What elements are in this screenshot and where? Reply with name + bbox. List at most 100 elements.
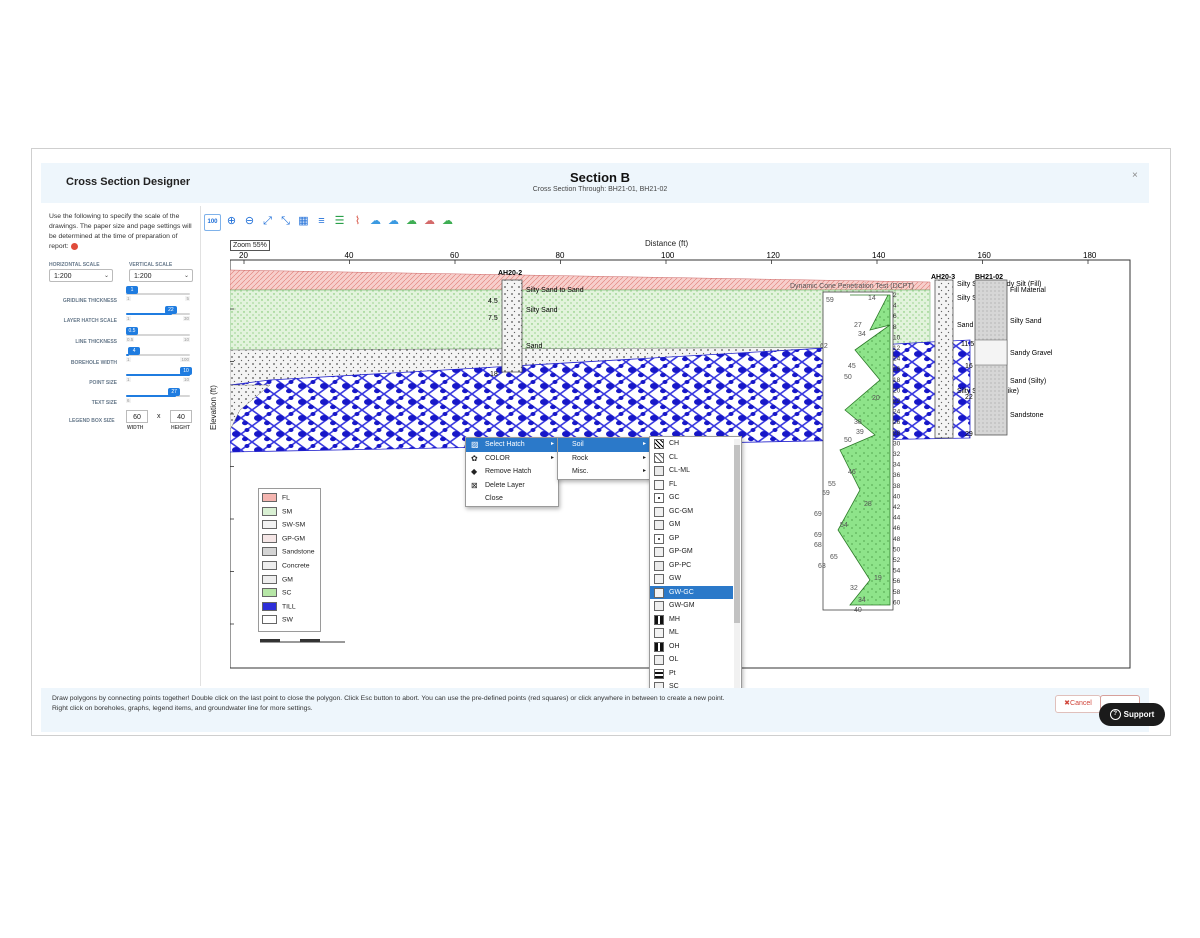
times-separator: x bbox=[157, 413, 161, 420]
hatch-option-gc[interactable]: GC bbox=[650, 491, 733, 505]
zoom-100-icon[interactable]: 100 bbox=[204, 214, 221, 231]
hatch-option-ch[interactable]: CH bbox=[650, 437, 733, 451]
zoom-in-icon[interactable]: ⊕ bbox=[224, 214, 239, 229]
hatch-option-gp[interactable]: GP bbox=[650, 532, 733, 546]
hatch-option-pt[interactable]: Pt bbox=[650, 667, 733, 681]
legend-item[interactable]: SW bbox=[262, 615, 293, 625]
hatch-option-ml[interactable]: ML bbox=[650, 626, 733, 640]
hatch-list-menu: CH CL CL-ML FL GC GC-GM GM GP GP-GM GP-PC GW GW-GC G… bbox=[649, 436, 742, 716]
legend-item[interactable]: SM bbox=[262, 506, 292, 517]
hatch-list-scrollbar[interactable] bbox=[734, 439, 740, 713]
slider-value[interactable]: 10 bbox=[180, 367, 192, 375]
legend-item[interactable]: TILL bbox=[262, 601, 296, 612]
legend[interactable]: FL SM SW-SM GP-GM Sandstone Concrete GM SC TILL S… bbox=[258, 488, 321, 632]
expand-icon[interactable]: ⤡ bbox=[278, 214, 293, 229]
close-icon[interactable]: × bbox=[1132, 170, 1138, 181]
support-button[interactable]: ? Support bbox=[1099, 703, 1165, 726]
borehole-ah20-2[interactable] bbox=[501, 279, 523, 373]
hatch-swatch bbox=[654, 655, 664, 665]
menu-item-close[interactable]: Close bbox=[466, 492, 558, 506]
legend-height-input[interactable]: 40 bbox=[170, 410, 192, 423]
help-line-2: Right click on boreholes, graphs, legend… bbox=[52, 705, 313, 712]
hatch-category-misc[interactable]: Misc. ▸ bbox=[558, 465, 650, 479]
menu-item-select-hatch[interactable]: ▨ Select Hatch ▸ bbox=[466, 438, 558, 452]
y-axis-title: Elevation (ft) bbox=[209, 385, 218, 430]
hatch-option-cl-ml[interactable]: CL-ML bbox=[650, 464, 733, 478]
legend-item[interactable]: FL bbox=[262, 493, 290, 503]
vertical-scale-select[interactable]: 1:200 ⌄ bbox=[129, 269, 193, 282]
cloud-green2-icon[interactable]: ☁ bbox=[440, 214, 455, 229]
hatch-category-soil[interactable]: Soil ▸ bbox=[558, 438, 650, 452]
hatch-option-gw[interactable]: GW bbox=[650, 572, 733, 586]
hatch-option-gw-gm[interactable]: GW-GM bbox=[650, 599, 733, 613]
section-subtitle: Cross Section Through: BH21-01, BH21-02 bbox=[532, 186, 668, 193]
slider[interactable]: 22 1 30 bbox=[126, 306, 190, 321]
hatch-option-fl[interactable]: FL bbox=[650, 478, 733, 492]
dcpt-depth: 26 bbox=[893, 419, 901, 426]
slider[interactable]: 4 1 100 bbox=[126, 347, 190, 362]
legend-item[interactable]: GM bbox=[262, 574, 293, 585]
hatch-option-gm[interactable]: GM bbox=[650, 518, 733, 532]
slider-value[interactable]: 1 bbox=[126, 286, 138, 294]
legend-item[interactable]: GP-GM bbox=[262, 533, 305, 544]
dcpt-depth: 34 bbox=[893, 462, 901, 469]
bh-depth: 22 bbox=[965, 394, 973, 401]
hatch-swatch bbox=[654, 641, 664, 652]
menu-item-remove-hatch[interactable]: ◆ Remove Hatch bbox=[466, 465, 558, 479]
menu-item-delete-layer[interactable]: ⊠ Delete Layer bbox=[466, 479, 558, 493]
hatch-option-oh[interactable]: OH bbox=[650, 640, 733, 654]
layers-icon[interactable]: ☰ bbox=[332, 214, 347, 229]
borehole-ah20-3[interactable] bbox=[934, 279, 954, 439]
draw-line-icon[interactable]: ⌇ bbox=[350, 214, 365, 229]
groundwater-icon[interactable]: ≡ bbox=[314, 214, 329, 229]
legend-item[interactable]: Sandstone bbox=[262, 547, 315, 557]
legend-label: FL bbox=[282, 494, 290, 502]
hatch-option-gc-gm[interactable]: GC-GM bbox=[650, 505, 733, 519]
slider[interactable]: 1 1 5 bbox=[126, 286, 190, 301]
legend-width-input[interactable]: 60 bbox=[126, 410, 148, 423]
cloud-upload-icon[interactable]: ☁ bbox=[386, 214, 401, 229]
slider-value[interactable]: 0.5 bbox=[126, 327, 138, 335]
x-axis-label: Distance (ft) bbox=[645, 239, 689, 248]
dcpt-value: 40 bbox=[854, 607, 862, 614]
hatch-option-gw-gc[interactable]: GW-GC bbox=[650, 585, 733, 599]
hatch-option-gp-gm[interactable]: GP-GM bbox=[650, 545, 733, 559]
menu-item-label: GP-GM bbox=[669, 548, 693, 555]
menu-item-color[interactable]: ✿ COLOR ▸ bbox=[466, 452, 558, 466]
bh-label: Sand (Silty) bbox=[1010, 378, 1046, 385]
hatch-category-rock[interactable]: Rock ▸ bbox=[558, 452, 650, 466]
slider[interactable]: 10 1 10 bbox=[126, 367, 192, 382]
legend-swatch bbox=[262, 601, 277, 611]
info-icon[interactable] bbox=[70, 242, 78, 250]
help-text: Draw polygons by connecting points toget… bbox=[52, 694, 752, 714]
slider[interactable]: 0.5 0.5 10 bbox=[126, 327, 190, 342]
cloud-green-icon[interactable]: ☁ bbox=[404, 214, 419, 229]
legend-item[interactable]: SC bbox=[262, 588, 291, 598]
hatch-swatch bbox=[654, 493, 664, 503]
dcpt-value: 27 bbox=[854, 322, 862, 329]
grid-icon[interactable]: ▦ bbox=[296, 214, 311, 229]
cancel-button[interactable]: ✖Cancel bbox=[1055, 695, 1101, 713]
slider-value[interactable]: 22 bbox=[164, 306, 177, 314]
slider-value[interactable]: 4 bbox=[128, 347, 141, 355]
chevron-right-icon: ▸ bbox=[642, 454, 646, 461]
slider[interactable]: 27 6 bbox=[126, 388, 190, 403]
cloud-icon[interactable]: ☁ bbox=[368, 214, 383, 229]
dcpt-value: 59 bbox=[822, 490, 830, 497]
zoom-out-icon[interactable]: ⊖ bbox=[242, 214, 257, 229]
scale-instructions: Use the following to specify the scale o… bbox=[49, 213, 192, 250]
cloud-red-icon[interactable]: ☁ bbox=[422, 214, 437, 229]
hatch-option-ol[interactable]: OL bbox=[650, 653, 733, 667]
hatch-option-cl[interactable]: CL bbox=[650, 451, 733, 465]
hatch-option-gp-pc[interactable]: GP-PC bbox=[650, 559, 733, 573]
horizontal-scale-select[interactable]: 1:200 ⌄ bbox=[49, 269, 113, 282]
legend-item[interactable]: Concrete bbox=[262, 561, 310, 571]
bh-label: Sandstone bbox=[1010, 412, 1044, 419]
scrollbar-thumb[interactable] bbox=[734, 445, 740, 623]
menu-item-label: Delete Layer bbox=[485, 481, 525, 489]
fit-to-screen-icon[interactable]: ⤢ bbox=[260, 214, 275, 229]
legend-item[interactable]: SW-SM bbox=[262, 520, 305, 530]
slider-value[interactable]: 27 bbox=[168, 388, 181, 396]
hatch-option-mh[interactable]: MH bbox=[650, 613, 733, 627]
dcpt-value: 54 bbox=[840, 522, 848, 529]
